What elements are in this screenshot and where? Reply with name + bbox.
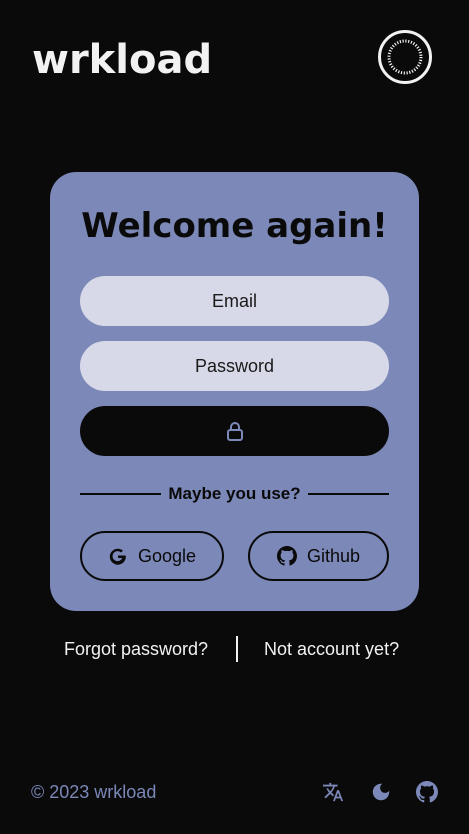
- google-login-button[interactable]: Google: [80, 531, 224, 581]
- links-separator: [236, 636, 238, 662]
- divider-text: Maybe you use?: [168, 484, 301, 503]
- app-logo: wrkload: [32, 37, 213, 83]
- github-icon: [276, 546, 297, 566]
- password-field[interactable]: [80, 341, 389, 391]
- login-submit-button[interactable]: [80, 406, 389, 456]
- auth-links: Forgot password? Not account yet?: [0, 636, 469, 662]
- avatar-icon: [387, 39, 423, 75]
- oauth-divider: Maybe you use?: [80, 481, 390, 507]
- github-label: Github: [306, 545, 361, 566]
- dark-mode-icon[interactable]: [369, 780, 393, 804]
- footer-copyright: © 2023 wrkload: [31, 782, 157, 802]
- signup-link[interactable]: Not account yet?: [264, 636, 399, 662]
- login-title: Welcome again!: [81, 206, 388, 246]
- github-footer-icon[interactable]: [415, 780, 439, 804]
- avatar[interactable]: [378, 30, 432, 84]
- forgot-password-link[interactable]: Forgot password?: [64, 636, 208, 662]
- lock-icon: [226, 422, 243, 441]
- github-login-button[interactable]: Github: [248, 531, 389, 581]
- google-label: Google: [137, 545, 197, 566]
- divider-line-left: [80, 493, 162, 495]
- divider-line-right: [307, 493, 390, 495]
- google-icon: [109, 548, 126, 565]
- translate-icon[interactable]: [321, 780, 345, 804]
- email-field[interactable]: [80, 276, 389, 326]
